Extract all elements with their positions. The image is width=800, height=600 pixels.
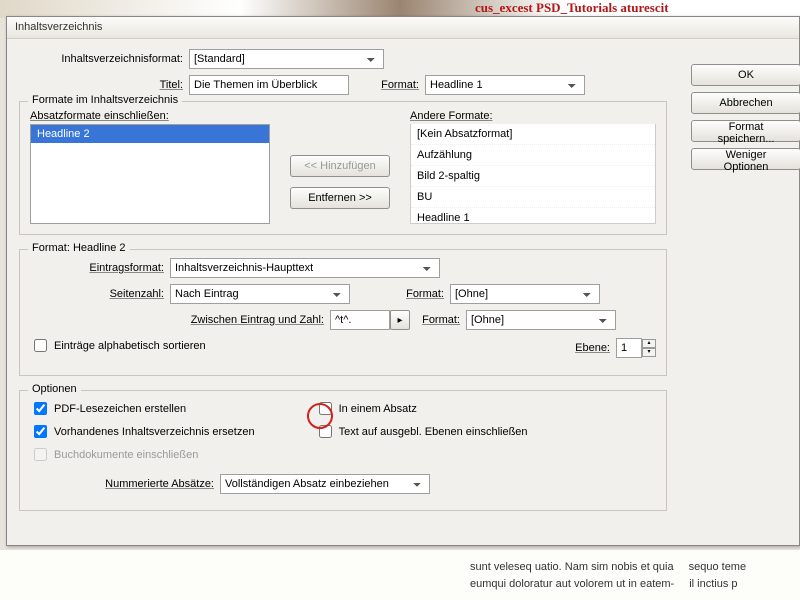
ok-button[interactable]: OK [691,64,800,86]
less-options-button[interactable]: Weniger Optionen [691,148,800,170]
entry-format-select[interactable]: Inhaltsverzeichnis-Haupttext [170,258,440,278]
numbered-paragraphs-select[interactable]: Vollständigen Absatz einbeziehen [220,474,430,494]
titel-input[interactable] [189,75,349,95]
style-legend: Format: Headline 2 [28,242,130,254]
other-formats-listbox[interactable]: [Kein Absatzformat] Aufzählung Bild 2-sp… [410,124,656,224]
options-groupbox: Optionen PDF-Lesezeichen erstellen Vorha… [19,390,667,511]
page-number-label: Seitenzahl: [30,288,170,300]
formats-groupbox: Formate im Inhaltsverzeichnis Absatzform… [19,101,667,235]
between-menu-button[interactable]: ▸ [390,310,410,330]
page-number-select[interactable]: Nach Eintrag [170,284,350,304]
format4-label: Format: [410,314,466,326]
sort-alpha-label: Einträge alphabetisch sortieren [54,340,206,352]
format3-select[interactable]: [Ohne] [450,284,600,304]
format4-select[interactable]: [Ohne] [466,310,616,330]
dialog-titlebar[interactable]: Inhaltsverzeichnis [7,17,799,39]
hidden-layers-checkbox[interactable] [319,425,332,438]
style-groupbox: Format: Headline 2 Eintragsformat: Inhal… [19,249,667,376]
cancel-button[interactable]: Abbrechen [691,92,800,114]
book-docs-checkbox [34,448,47,461]
replace-toc-label: Vorhandenes Inhaltsverzeichnis ersetzen [54,426,255,438]
list-item[interactable]: Headline 1 [411,208,655,224]
format2-label: Format: [349,79,425,91]
dialog-title: Inhaltsverzeichnis [15,21,102,33]
list-item[interactable]: [Kein Absatzformat] [411,124,655,145]
one-paragraph-checkbox[interactable] [319,402,332,415]
included-formats-listbox[interactable]: Headline 2 [30,124,270,224]
sort-alpha-checkbox[interactable] [34,339,47,352]
toc-format-select[interactable]: [Standard] [189,49,384,69]
format3-label: Format: [350,288,450,300]
book-docs-label: Buchdokumente einschließen [54,449,198,461]
formats-legend: Formate im Inhaltsverzeichnis [28,94,182,106]
list-item[interactable]: Headline 2 [31,125,269,143]
hidden-layers-label: Text auf ausgebl. Ebenen einschließen [339,426,528,438]
other-formats-label: Andere Formate: [410,110,656,122]
add-button[interactable]: << Hinzufügen [290,155,390,177]
format2-select[interactable]: Headline 1 [425,75,585,95]
include-formats-label: Absatzformate einschließen: [30,110,270,122]
level-input[interactable] [616,338,642,358]
toc-dialog: Inhaltsverzeichnis OK Abbrechen Format s… [6,16,800,546]
save-format-button[interactable]: Format speichern... [691,120,800,142]
titel-label: Titel: [19,79,189,91]
list-item[interactable]: Bild 2-spaltig [411,166,655,187]
toc-format-label: Inhaltsverzeichnisformat: [19,53,189,65]
bg-red-text: cus_excest PSD_Tutorials aturescit [475,0,669,16]
background-document-text: sunt veleseq uatio. Nam sim nobis et qui… [0,550,800,600]
between-label: Zwischen Eintrag und Zahl: [30,314,330,326]
list-item[interactable]: Aufzählung [411,145,655,166]
numbered-paragraphs-label: Nummerierte Absätze: [30,478,220,490]
pdf-bookmarks-label: PDF-Lesezeichen erstellen [54,403,186,415]
options-legend: Optionen [28,383,81,395]
list-item[interactable]: BU [411,187,655,208]
entry-format-label: Eintragsformat: [30,262,170,274]
level-spinner[interactable]: ▴▾ [642,339,656,357]
one-paragraph-label: In einem Absatz [339,403,417,415]
level-label: Ebene: [566,342,616,354]
replace-toc-checkbox[interactable] [34,425,47,438]
remove-button[interactable]: Entfernen >> [290,187,390,209]
between-input[interactable] [330,310,390,330]
pdf-bookmarks-checkbox[interactable] [34,402,47,415]
